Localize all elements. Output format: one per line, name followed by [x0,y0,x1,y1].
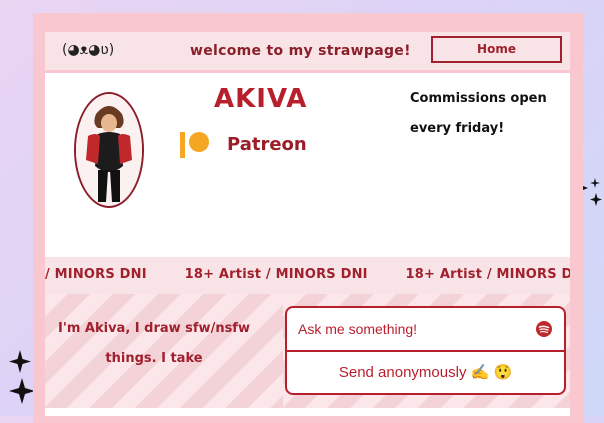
marquee-text: / MINORS DNI 18+ Artist / MINORS DNI 18+… [45,267,570,282]
welcome-text: welcome to my strawpage! [190,43,411,59]
bio-line-1: I'm Akiva, I draw sfw/nsfw [58,321,250,336]
home-button[interactable]: Home [431,36,562,63]
commissions-line-1: Commissions open [410,91,547,106]
bottom-section [45,408,570,416]
profile-name: AKIVA [214,84,308,114]
bio-text: I'm Akiva, I draw sfw/nsfw things. I tak… [56,314,252,374]
patreon-icon[interactable] [179,129,211,161]
ask-input[interactable] [298,318,518,340]
avatar [74,92,144,208]
commissions-line-2: every friday! [410,121,505,136]
commissions-note: Commissions open every friday! [410,84,560,144]
emote-text: (◕ᴥ◕ʋ) [62,42,115,58]
send-anonymously-button[interactable]: Send anonymously ✍️ 😲 [285,351,566,395]
bio-line-2: things. I take [105,351,203,366]
patreon-link[interactable]: Patreon [227,134,307,155]
marquee-banner: / MINORS DNI 18+ Artist / MINORS DNI 18+… [45,257,570,294]
spotify-icon[interactable] [536,321,552,337]
avatar-illustration [76,94,142,206]
